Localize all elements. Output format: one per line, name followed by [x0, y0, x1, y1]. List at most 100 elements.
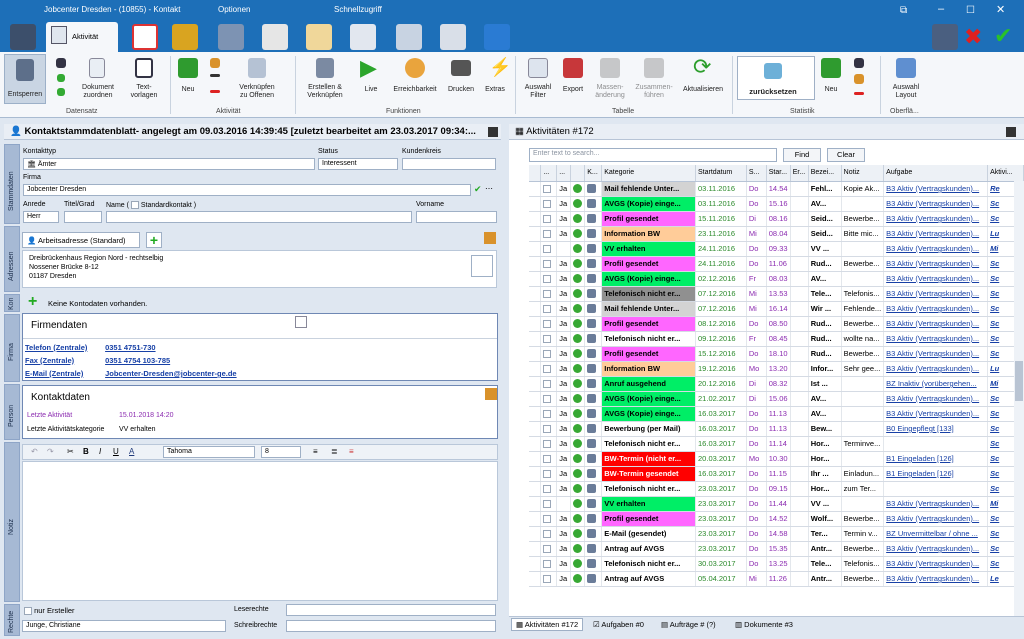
- row-checkbox[interactable]: [543, 575, 552, 583]
- vorname-input[interactable]: [416, 211, 497, 223]
- row-aufgabe[interactable]: [883, 481, 989, 497]
- aktualisieren-button[interactable]: ⟳ Aktualisieren: [678, 54, 728, 106]
- table-row[interactable]: Ja Telefonisch nicht er... 23.03.2017 Do 09.…: [529, 481, 1024, 497]
- phone-value[interactable]: 0351 4751-730: [105, 343, 155, 352]
- edit-contact-icon[interactable]: [485, 388, 497, 400]
- vtab-stammdaten[interactable]: Stammdaten: [4, 144, 20, 224]
- search-input[interactable]: Enter text to search...: [529, 148, 777, 162]
- row-checkbox[interactable]: [543, 290, 552, 298]
- confirm-check-icon[interactable]: ✔: [474, 184, 482, 195]
- scroll-thumb[interactable]: [1015, 361, 1023, 401]
- export-button[interactable]: Export: [558, 54, 588, 106]
- row-aufgabe[interactable]: B3 Aktiv (Vertragskunden)...: [883, 496, 989, 512]
- table-row[interactable]: Ja Telefonisch nicht er... 09.12.2016 Fr 08.…: [529, 331, 1024, 347]
- table-row[interactable]: Ja Mail fehlende Unter... 03.11.2016 Do 14.5…: [529, 181, 1024, 197]
- row-aufgabe[interactable]: B3 Aktiv (Vertragskunden)...: [883, 391, 989, 407]
- arrow-up-icon[interactable]: [57, 74, 65, 82]
- vtab-kon[interactable]: Kon: [4, 294, 20, 312]
- table-row[interactable]: Ja Bewerbung (per Mail) 16.03.2017 Do 11.13 B…: [529, 421, 1024, 437]
- pin-icon[interactable]: [1006, 127, 1016, 137]
- clear-format-icon[interactable]: ≡: [349, 447, 354, 456]
- row-aufgabe[interactable]: B3 Aktiv (Vertragskunden)...: [883, 196, 989, 212]
- massenaenderung-button[interactable]: Massen- änderung: [590, 54, 630, 106]
- contact-icon[interactable]: [10, 24, 36, 50]
- font-family-select[interactable]: Tahoma: [163, 446, 255, 458]
- titel-input[interactable]: [64, 211, 102, 223]
- row-aufgabe[interactable]: B3 Aktiv (Vertragskunden)...: [883, 211, 989, 227]
- undo-icon[interactable]: ↶: [31, 447, 38, 456]
- row-checkbox[interactable]: [543, 215, 552, 223]
- name-input[interactable]: [106, 211, 412, 223]
- row-checkbox[interactable]: [543, 260, 552, 268]
- row-aufgabe[interactable]: B3 Aktiv (Vertragskunden)...: [883, 556, 989, 572]
- pin-icon[interactable]: [488, 127, 498, 137]
- row-aufgabe[interactable]: B3 Aktiv (Vertragskunden)...: [883, 256, 989, 272]
- tab-aufgaben[interactable]: ☑ Aufgaben #0: [593, 620, 644, 629]
- row-checkbox[interactable]: [543, 245, 552, 253]
- row-checkbox[interactable]: [543, 545, 552, 553]
- row-aufgabe[interactable]: B3 Aktiv (Vertragskunden)...: [883, 541, 989, 557]
- vtab-firma[interactable]: Firma: [4, 314, 20, 382]
- underline-icon[interactable]: U: [113, 447, 119, 456]
- vtab-rechte[interactable]: Rechte: [4, 604, 20, 636]
- row-checkbox[interactable]: [543, 350, 552, 358]
- table-row[interactable]: Ja Telefonisch nicht er... 07.12.2016 Mi 13.…: [529, 286, 1024, 302]
- fax-label[interactable]: Fax (Zentrale): [25, 354, 103, 367]
- edit-firm-icon[interactable]: [295, 316, 307, 328]
- table-row[interactable]: Ja AVGS (Kopie) einge... 02.12.2016 Fr 08.03…: [529, 271, 1024, 287]
- row-aufgabe[interactable]: BZ Unvermittelbar / ohne ...: [883, 526, 989, 542]
- table-row[interactable]: VV erhalten 23.03.2017 Do 11.44 VV ... B3 Akt…: [529, 496, 1024, 512]
- help-icon[interactable]: [484, 24, 510, 50]
- checklist-icon[interactable]: [132, 24, 158, 50]
- bullet-list-icon[interactable]: ≣: [331, 447, 338, 456]
- fax-value[interactable]: 0351 4754 103-785: [105, 356, 170, 365]
- table-row[interactable]: Ja Antrag auf AVGS 05.04.2017 Mi 11.26 Antr..…: [529, 571, 1024, 587]
- edit-address-icon[interactable]: [484, 232, 496, 244]
- row-checkbox[interactable]: [543, 365, 552, 373]
- font-color-icon[interactable]: A: [129, 447, 134, 456]
- auswahl-filter-button[interactable]: Auswahl Filter: [520, 54, 556, 106]
- table-row[interactable]: Ja Antrag auf AVGS 23.03.2017 Do 15.35 Antr..…: [529, 541, 1024, 557]
- row-checkbox[interactable]: [543, 425, 552, 433]
- table-row[interactable]: Ja Profil gesendet 15.11.2016 Di 08.16 Seid..…: [529, 211, 1024, 227]
- pencil-icon[interactable]: [210, 58, 220, 68]
- row-checkbox[interactable]: [543, 470, 552, 478]
- add-account-icon[interactable]: +: [28, 294, 37, 310]
- row-aufgabe[interactable]: B3 Aktiv (Vertragskunden)...: [883, 241, 989, 257]
- table-row[interactable]: Ja Profil gesendet 24.11.2016 Do 11.06 Rud...…: [529, 256, 1024, 272]
- row-aufgabe[interactable]: B3 Aktiv (Vertragskunden)...: [883, 316, 989, 332]
- table-row[interactable]: Ja Anruf ausgehend 20.12.2016 Di 08.32 Ist ..…: [529, 376, 1024, 392]
- standardkontakt-checkbox[interactable]: [130, 201, 139, 209]
- live-button[interactable]: ▶ Live: [356, 54, 386, 106]
- col-header[interactable]: ...: [556, 165, 572, 182]
- bold-icon[interactable]: B: [83, 447, 89, 456]
- tab-auftraege[interactable]: ▤ Aufträge # (?): [661, 620, 716, 629]
- table-row[interactable]: Ja Profil gesendet 15.12.2016 Do 18.10 Rud...…: [529, 346, 1024, 362]
- user-icon[interactable]: [932, 24, 958, 50]
- row-aufgabe[interactable]: B3 Aktiv (Vertragskunden)...: [883, 226, 989, 242]
- row-checkbox[interactable]: [543, 500, 552, 508]
- vertical-scrollbar[interactable]: [1014, 181, 1024, 616]
- row-checkbox[interactable]: [543, 530, 552, 538]
- add-address-icon[interactable]: +: [146, 232, 162, 248]
- table-row[interactable]: Ja AVGS (Kopie) einge... 21.02.2017 Di 15.06…: [529, 391, 1024, 407]
- col-header[interactable]: ...: [540, 165, 558, 182]
- vtab-person[interactable]: Person: [4, 384, 20, 440]
- verknuepfen-button[interactable]: Verknüpfen zu Offenen: [232, 54, 282, 106]
- row-aufgabe[interactable]: B3 Aktiv (Vertragskunden)...: [883, 361, 989, 377]
- row-aufgabe[interactable]: B3 Aktiv (Vertragskunden)...: [883, 346, 989, 362]
- row-checkbox[interactable]: [543, 485, 552, 493]
- table-row[interactable]: Ja Profil gesendet 08.12.2016 Do 08.50 Rud...…: [529, 316, 1024, 332]
- kontakttyp-select[interactable]: 🏛 Ämter: [23, 158, 315, 170]
- row-checkbox[interactable]: [543, 335, 552, 343]
- textvorlagen-button[interactable]: Text- vorlagen: [122, 54, 166, 106]
- redo-icon[interactable]: ↷: [47, 447, 54, 456]
- save-icon[interactable]: [854, 58, 864, 68]
- erstellen-verknuepfen-button[interactable]: Erstellen & Verknüpfen: [300, 54, 350, 106]
- remove-icon[interactable]: [854, 92, 864, 95]
- row-checkbox[interactable]: [543, 410, 552, 418]
- coins-icon[interactable]: [172, 24, 198, 50]
- row-aufgabe[interactable]: B3 Aktiv (Vertragskunden)...: [883, 511, 989, 527]
- row-aufgabe[interactable]: [883, 436, 989, 452]
- row-aufgabe[interactable]: B3 Aktiv (Vertragskunden)...: [883, 181, 989, 197]
